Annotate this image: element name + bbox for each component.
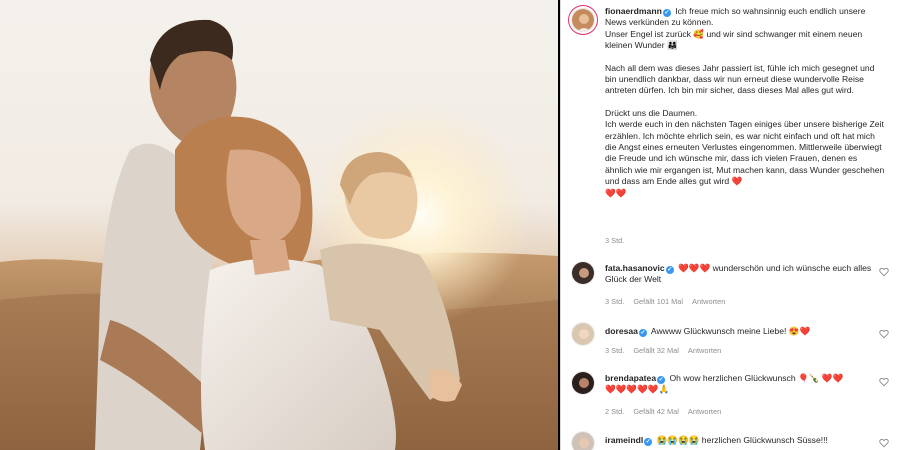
- like-comment-heart-icon[interactable]: [879, 329, 889, 339]
- comment-time: 2 Std.: [605, 407, 625, 416]
- verified-badge-icon: ✓: [638, 329, 647, 337]
- reply-button[interactable]: Antworten: [692, 297, 725, 306]
- comment-time: 3 Std.: [605, 297, 625, 306]
- caption-text: fionaerdmann ✓ Ich freue mich so wahnsinn…: [605, 6, 885, 210]
- comment-text: doresaa ✓ Awwww Glückwunsch meine Liebe! …: [605, 326, 811, 337]
- like-comment-heart-icon[interactable]: [879, 267, 889, 277]
- comment-meta: 3 Std. Gefällt 32 Mal Antworten: [605, 346, 730, 355]
- comment-time: 3 Std.: [605, 346, 625, 355]
- reply-button[interactable]: Antworten: [688, 346, 721, 355]
- photo-illustration: [0, 19, 558, 450]
- comment-username[interactable]: irameindl: [605, 435, 643, 445]
- author-avatar[interactable]: [571, 8, 595, 32]
- comment-avatar[interactable]: [571, 261, 595, 285]
- verified-badge-icon: ✓: [662, 9, 671, 17]
- reply-button[interactable]: Antworten: [688, 407, 721, 416]
- comment-username[interactable]: fata.hasanovic: [605, 263, 665, 273]
- post-photo[interactable]: [0, 0, 558, 450]
- comment-text: irameindl ✓ 😭😭😭😭 herzlichen Glückwunsch S…: [605, 435, 828, 446]
- comment-meta: 2 Std. Gefällt 42 Mal Antworten: [605, 407, 730, 416]
- comment-likes[interactable]: Gefällt 42 Mal: [633, 407, 679, 416]
- comment-username[interactable]: brendapatea: [605, 373, 656, 383]
- comment-avatar[interactable]: [571, 431, 595, 450]
- comment-meta: 3 Std. Gefällt 101 Mal Antworten: [605, 297, 734, 306]
- comment-text: fata.hasanovic ✓ ❤️❤️❤️ wunderschön und i…: [605, 263, 872, 285]
- author-username[interactable]: fionaerdmann: [605, 6, 662, 16]
- like-comment-heart-icon[interactable]: [879, 377, 889, 387]
- comment-username[interactable]: doresaa: [605, 326, 638, 336]
- caption-paragraph-1: fionaerdmann ✓ Ich freue mich so wahnsinn…: [605, 6, 885, 52]
- comment-avatar[interactable]: [571, 371, 595, 395]
- post-timestamp: 3 Std.: [605, 236, 625, 245]
- verified-badge-icon: ✓: [644, 438, 653, 446]
- like-comment-heart-icon[interactable]: [879, 438, 889, 448]
- verified-badge-icon: ✓: [665, 266, 674, 274]
- comment-text: brendapatea ✓ Oh wow herzlichen Glückwuns…: [605, 373, 844, 395]
- caption-paragraph-3: Drückt uns die Daumen. Ich werde euch in…: [605, 107, 885, 198]
- caption-paragraph-2: Nach all dem was dieses Jahr passiert is…: [605, 62, 875, 96]
- comment-likes[interactable]: Gefällt 101 Mal: [633, 297, 683, 306]
- comment-avatar[interactable]: [571, 322, 595, 346]
- comment-likes[interactable]: Gefällt 32 Mal: [633, 346, 679, 355]
- verified-badge-icon: ✓: [657, 376, 666, 384]
- post-comments-panel: fionaerdmann ✓ Ich freue mich so wahnsinn…: [560, 0, 900, 450]
